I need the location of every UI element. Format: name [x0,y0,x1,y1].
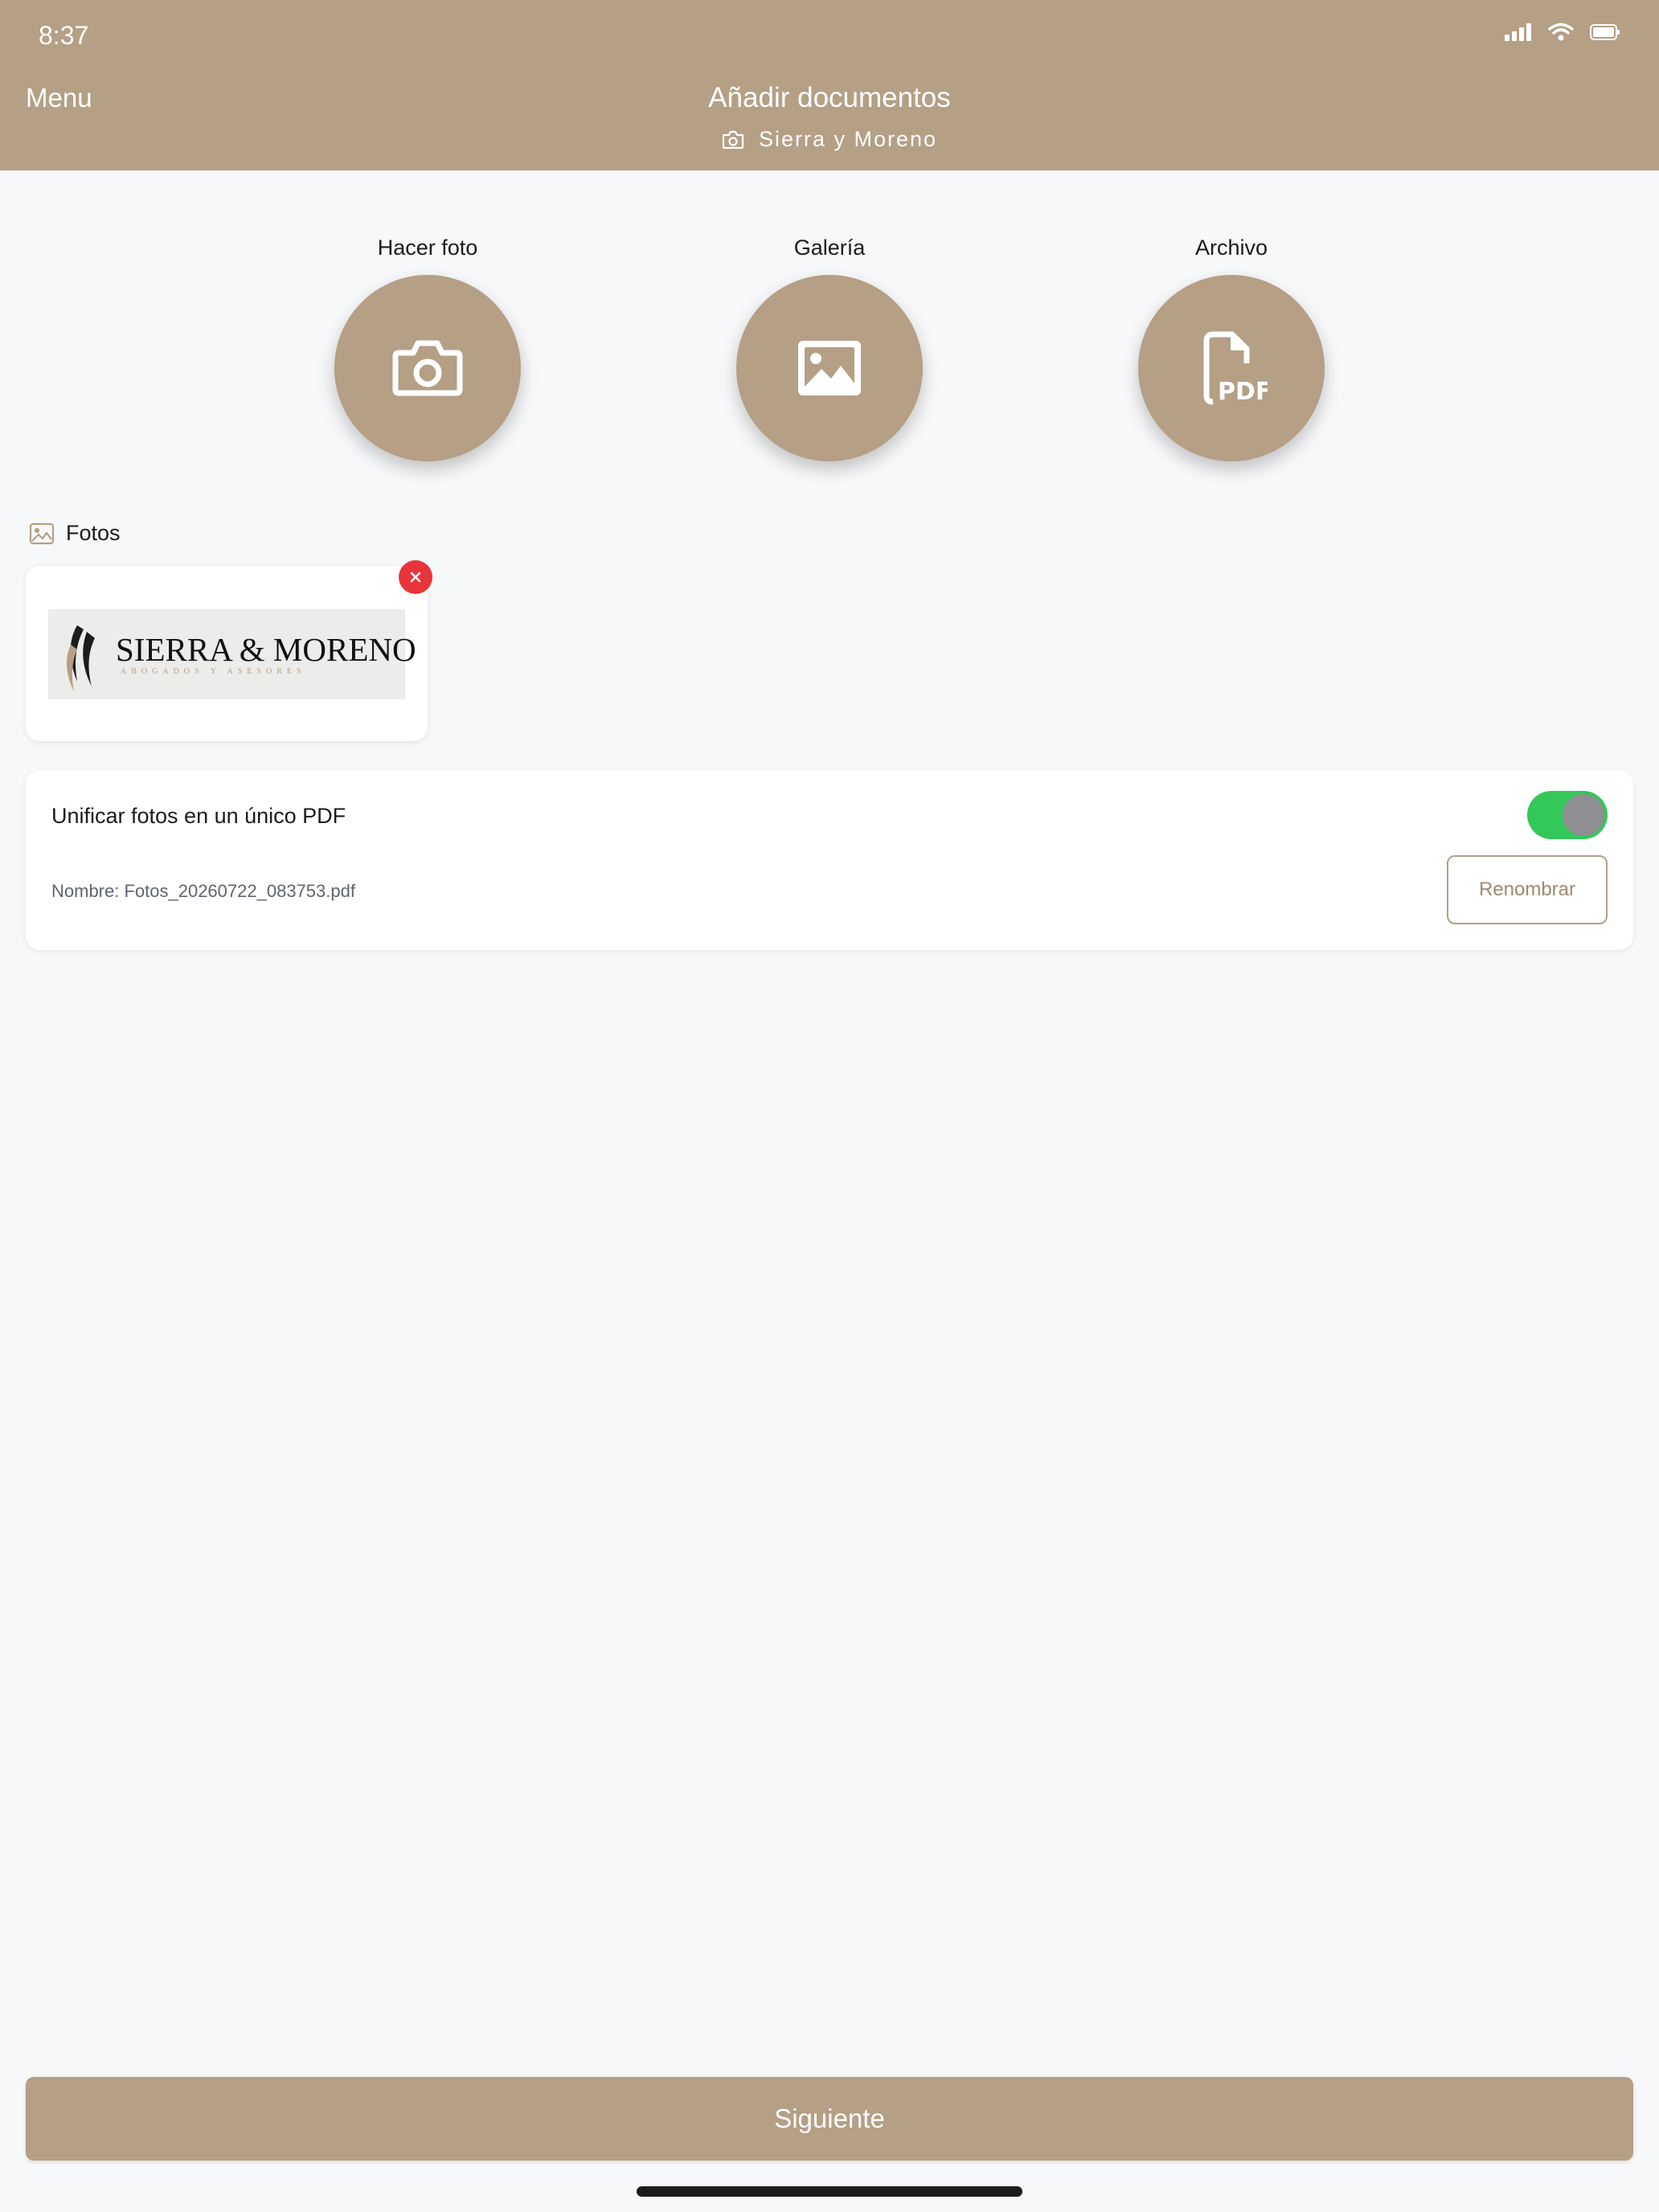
file-button[interactable]: PDF [1138,275,1325,461]
app-header: 8:37 Menu Añadir documentos Sierra y Mor… [0,0,1659,170]
image-icon [29,522,55,544]
svg-text:PDF: PDF [1218,378,1268,405]
file-action: Archivo PDF [1135,233,1328,461]
status-time: 8:37 [39,21,89,50]
status-icons [1505,23,1620,42]
signal-icon [1505,23,1531,41]
pdf-filename: Nombre: Fotos_20260722_083753.pdf [51,881,355,901]
photos-section-title: Fotos [29,521,121,546]
camera-icon [722,130,744,149]
take-photo-action: Hacer foto [331,233,524,461]
merge-options-card: Unificar fotos en un único PDF Nombre: F… [26,770,1633,950]
gallery-action: Galería [733,233,926,461]
take-photo-button[interactable] [334,275,521,461]
merge-pdf-toggle[interactable] [1527,791,1608,839]
gallery-button[interactable] [736,275,923,461]
camera-icon [392,340,463,396]
photo-thumbnail: SIERRA & MORENO ABOGADOS Y ASESORES [48,609,416,699]
wifi-icon [1548,23,1574,41]
image-icon [798,341,861,395]
header-subtitle: Sierra y Moreno [0,127,1659,152]
merge-pdf-label: Unificar fotos en un único PDF [51,804,346,828]
logo-text: SIERRA & MORENO [116,631,416,668]
page-title: Añadir documentos [708,82,951,113]
company-name: Sierra y Moreno [758,127,938,151]
remove-photo-button[interactable] [399,560,432,594]
next-button[interactable]: Siguiente [26,2077,1633,2161]
pdf-file-icon: PDF [1203,331,1268,405]
flame-logo-icon [67,625,95,691]
close-icon [410,571,421,583]
file-label: Archivo [1194,236,1268,260]
photo-card[interactable]: SIERRA & MORENO ABOGADOS Y ASESORES [26,566,428,741]
gallery-label: Galería [793,236,866,260]
rename-button[interactable]: Renombrar [1447,855,1608,924]
photos-section-label: Fotos [66,521,121,545]
logo-subtext: ABOGADOS Y ASESORES [121,667,306,676]
take-photo-label: Hacer foto [377,236,478,260]
home-indicator [637,2186,1022,2197]
battery-icon [1590,24,1620,40]
toggle-knob [1563,794,1604,836]
